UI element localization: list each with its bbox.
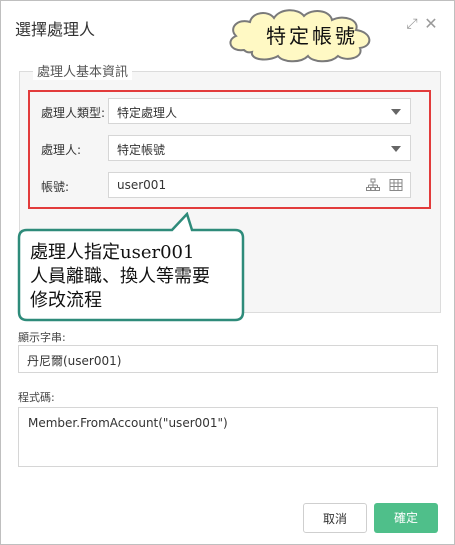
display-string-label: 顯示字串: — [18, 331, 66, 344]
callout-line-2: 人員離職、換人等需要 — [30, 266, 210, 287]
code-label: 程式碼: — [18, 391, 55, 404]
callout-line-3: 修改流程 — [30, 290, 102, 311]
close-icon[interactable]: ✕ — [422, 15, 440, 33]
code-textarea[interactable]: Member.FromAccount("user001") — [18, 407, 438, 467]
display-string-value: 丹尼爾(user001) — [27, 354, 122, 368]
code-value: Member.FromAccount("user001") — [28, 416, 228, 430]
dialog-title: 選擇處理人 — [15, 20, 96, 39]
display-string-input[interactable]: 丹尼爾(user001) — [18, 345, 438, 373]
expand-icon[interactable]: ⤢ — [403, 15, 421, 33]
ok-button[interactable]: 確定 — [374, 503, 438, 533]
cloud-text: 特定帳號 — [266, 24, 358, 48]
group-title: 處理人基本資訊 — [33, 61, 133, 80]
callout-line-1: 處理人指定user001 — [30, 242, 195, 263]
highlight-box — [28, 90, 431, 209]
cancel-button[interactable]: 取消 — [303, 503, 367, 533]
callout-text: 處理人指定user001 人員離職、換人等需要 修改流程 — [30, 241, 210, 313]
